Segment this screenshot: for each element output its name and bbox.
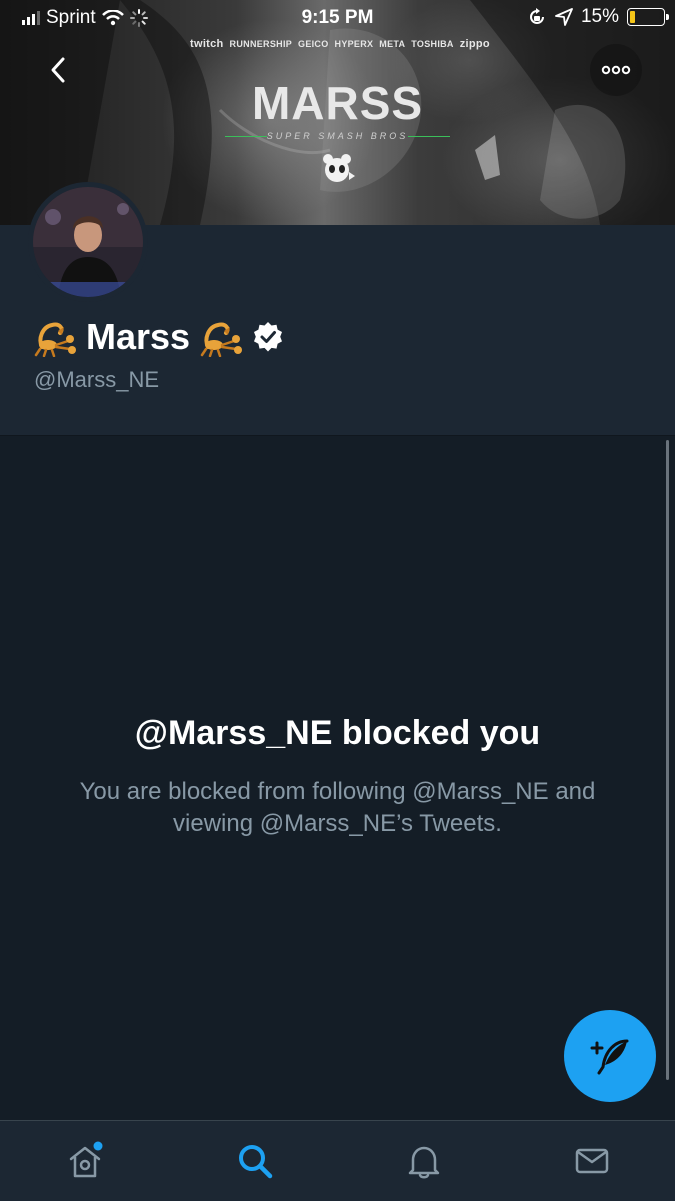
home-notification-dot xyxy=(93,1141,103,1151)
scorpion-emoji-icon xyxy=(200,322,243,357)
panda-logo-icon xyxy=(323,154,355,182)
sponsor-logo: META xyxy=(379,39,406,49)
tab-search[interactable] xyxy=(231,1137,279,1185)
compose-tweet-icon xyxy=(590,1039,629,1075)
profile-handle: @Marss_NE xyxy=(34,367,160,392)
more-options-button[interactable] xyxy=(590,44,642,96)
status-bar: Sprint 9:15 PM 15% xyxy=(0,0,675,36)
avatar[interactable] xyxy=(28,182,148,302)
blocked-title: @Marss_NE blocked you xyxy=(134,714,541,752)
search-icon xyxy=(239,1145,273,1179)
back-button[interactable] xyxy=(30,42,86,98)
banner-subtitle: SUPER SMASH BROS xyxy=(266,131,409,141)
sponsor-logo: twitch xyxy=(190,38,224,50)
scorpion-emoji-icon xyxy=(34,322,76,357)
more-horizontal-icon xyxy=(601,65,631,75)
home-icon xyxy=(69,1141,103,1178)
battery-icon xyxy=(627,8,669,26)
sponsor-logos: twitch RUNNERSHIP GEICO HYPERX META TOSH… xyxy=(190,38,490,50)
scrollbar[interactable] xyxy=(666,440,669,1080)
profile-name: Marss xyxy=(86,316,191,357)
sponsor-logo: GEICO xyxy=(298,39,329,49)
mail-icon xyxy=(575,1148,609,1174)
chevron-left-icon xyxy=(51,57,65,83)
sponsor-logo: zippo xyxy=(459,38,490,50)
blocked-message: You are blocked from following @Marss_NE… xyxy=(79,778,596,837)
sponsor-logo: HYPERX xyxy=(334,39,374,49)
sponsor-logo: RUNNERSHIP xyxy=(229,39,293,49)
battery-percent: 15% xyxy=(580,6,619,27)
tab-home[interactable] xyxy=(61,1137,109,1185)
compose-tweet-button[interactable] xyxy=(564,1010,656,1102)
tab-notifications[interactable] xyxy=(400,1137,448,1185)
verified-badge-icon xyxy=(254,322,283,352)
tab-messages[interactable] xyxy=(568,1137,616,1185)
profile-name-row: Marss xyxy=(34,316,284,358)
location-arrow-icon xyxy=(555,8,573,26)
orientation-lock-icon xyxy=(530,8,544,24)
avatar-photo xyxy=(33,187,143,297)
banner-title: MARSS xyxy=(251,77,424,129)
bell-icon xyxy=(408,1146,440,1179)
bottom-tab-bar xyxy=(0,1120,675,1201)
sponsor-logo: TOSHIBA xyxy=(411,39,454,49)
